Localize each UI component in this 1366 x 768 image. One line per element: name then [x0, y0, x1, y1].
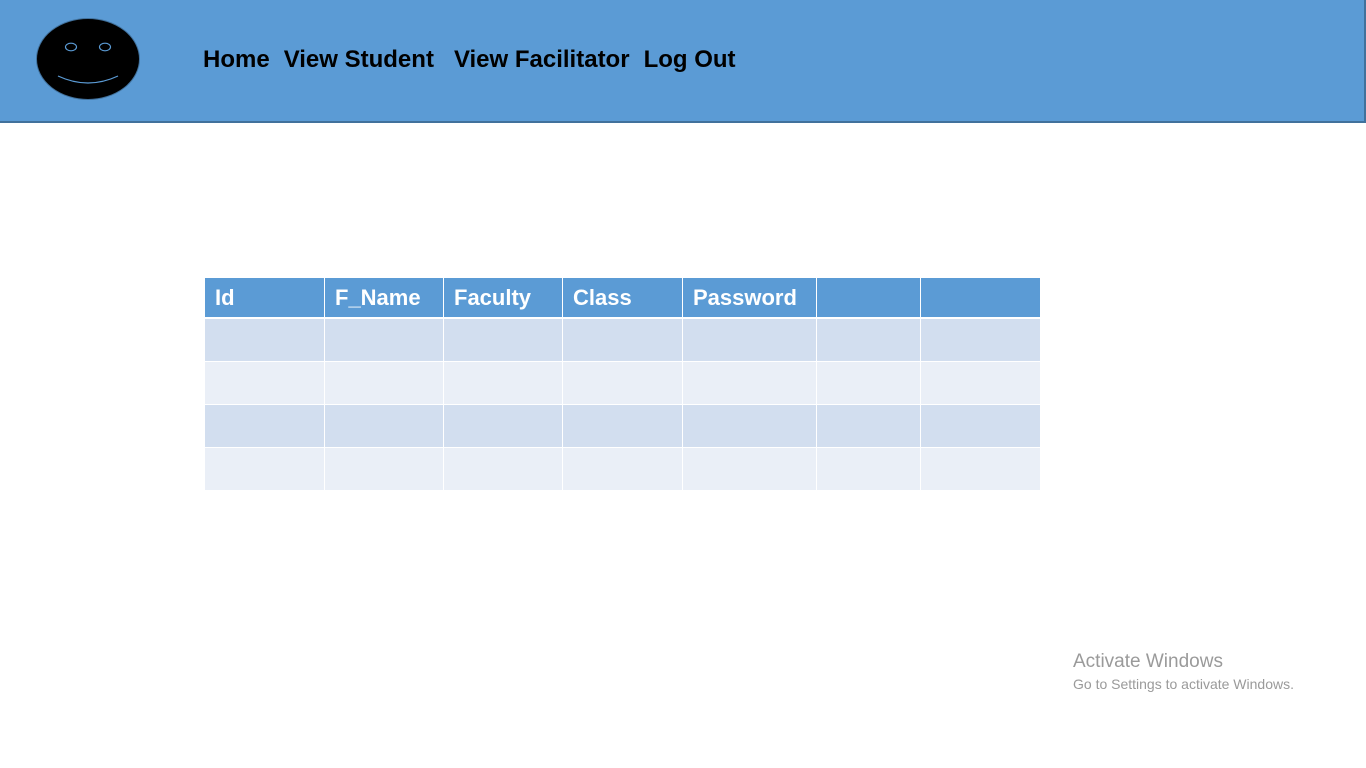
activate-windows-watermark: Activate Windows Go to Settings to activ…	[1073, 650, 1294, 694]
column-header-f-name[interactable]: F_Name	[324, 278, 444, 319]
table-cell	[920, 318, 1041, 362]
nav-home-link[interactable]: Home	[203, 44, 270, 76]
table-cell	[682, 404, 817, 448]
table-header-row: Id F_Name Faculty Class Password	[204, 278, 1041, 319]
table-cell	[562, 318, 683, 362]
table-cell	[920, 361, 1041, 405]
table-cell	[562, 447, 683, 491]
table-cell	[682, 318, 817, 362]
table-cell	[816, 404, 921, 448]
table-row[interactable]	[204, 447, 1041, 491]
table-cell	[324, 447, 444, 491]
activate-windows-title: Activate Windows	[1073, 651, 1223, 672]
table-cell	[562, 404, 683, 448]
table-row[interactable]	[204, 361, 1041, 405]
main-nav: Home View Student View Facilitator Log O…	[203, 44, 736, 76]
facilitator-table: Id F_Name Faculty Class Password	[204, 278, 1041, 491]
table-cell	[682, 361, 817, 405]
table-cell	[562, 361, 683, 405]
column-header-empty-1	[816, 278, 921, 319]
column-header-class[interactable]: Class	[562, 278, 683, 319]
table-cell	[816, 447, 921, 491]
table-cell	[324, 361, 444, 405]
table-cell	[920, 404, 1041, 448]
table-cell	[920, 447, 1041, 491]
table-cell	[816, 361, 921, 405]
activate-windows-subtitle: Go to Settings to activate Windows.	[1073, 676, 1294, 692]
table-cell	[324, 404, 444, 448]
table-cell	[443, 361, 563, 405]
smiley-face-icon[interactable]	[36, 18, 140, 100]
table-cell	[204, 447, 325, 491]
table-cell	[816, 318, 921, 362]
table-cell	[204, 404, 325, 448]
column-header-faculty[interactable]: Faculty	[443, 278, 563, 319]
table-cell	[204, 361, 325, 405]
table-row[interactable]	[204, 318, 1041, 362]
table-cell	[443, 447, 563, 491]
table-cell	[443, 404, 563, 448]
nav-view-facilitator-link[interactable]: View Facilitator	[454, 44, 630, 76]
nav-log-out-link[interactable]: Log Out	[644, 44, 736, 76]
table-cell	[682, 447, 817, 491]
header-bar: Home View Student View Facilitator Log O…	[0, 0, 1366, 123]
column-header-password[interactable]: Password	[682, 278, 817, 319]
column-header-id[interactable]: Id	[204, 278, 325, 319]
table-row[interactable]	[204, 404, 1041, 448]
table-cell	[324, 318, 444, 362]
table-cell	[443, 318, 563, 362]
nav-view-student-link[interactable]: View Student	[284, 44, 434, 76]
column-header-empty-2	[920, 278, 1041, 319]
table-cell	[204, 318, 325, 362]
